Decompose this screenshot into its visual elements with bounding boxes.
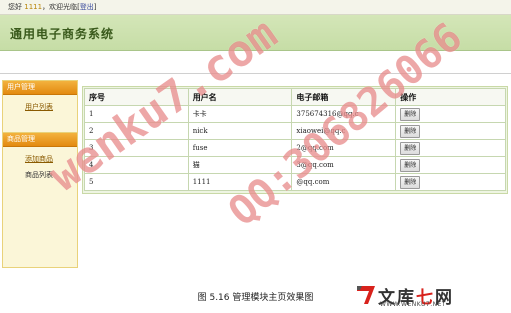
sidebar-item-add-product[interactable]: 添加商品 <box>3 151 77 167</box>
cell-id: 5 <box>84 173 189 191</box>
cell-username: 猫 <box>187 156 293 174</box>
sub-bar <box>0 51 511 74</box>
table-header-row: 序号 用户名 电子邮箱 操作 <box>84 88 506 106</box>
column-header-email: 电子邮箱 <box>291 88 397 106</box>
product-management-panel: 商品管理 添加商品 商品列表 <box>2 132 78 268</box>
figure-caption: 图 5.16 管理模块主页效果图 <box>197 293 314 303</box>
logout-link[interactable]: 登出 <box>80 3 94 11</box>
cell-email: xiaowei@qq.c <box>291 122 397 140</box>
cell-username: 1111 <box>187 173 293 191</box>
site-title: 通用电子商务系统 <box>10 27 115 41</box>
cell-email: @qq.com <box>291 173 397 191</box>
cell-action: 删除 <box>395 156 506 174</box>
user-management-panel: 用户管理 用户列表 <box>2 80 78 134</box>
delete-button[interactable]: 删除 <box>400 175 421 189</box>
table-row: 3 fuse 2@qq.com 删除 <box>84 139 506 157</box>
user-table: 序号 用户名 电子邮箱 操作 1 卡卡 375674316@qq.c 删除 2 … <box>84 88 506 191</box>
panel-title-product-management: 商品管理 <box>3 133 77 147</box>
table-row: 1 卡卡 375674316@qq.c 删除 <box>84 105 506 123</box>
column-header-username: 用户名 <box>187 88 293 106</box>
cell-id: 3 <box>84 139 189 157</box>
cell-id: 4 <box>84 156 189 174</box>
cell-email: 375674316@qq.c <box>291 105 397 123</box>
cell-action: 删除 <box>395 173 506 191</box>
delete-button[interactable]: 删除 <box>400 124 421 138</box>
welcome-label: ，欢迎光临 <box>42 3 78 11</box>
table-row: 4 猫 3@qq.com 删除 <box>84 156 506 174</box>
cell-action: 删除 <box>395 105 506 123</box>
cell-action: 删除 <box>395 122 506 140</box>
greeting: 您好 <box>8 3 22 11</box>
column-header-id: 序号 <box>84 88 189 106</box>
cell-username: fuse <box>187 139 293 157</box>
username: 1111 <box>24 3 43 11</box>
bracket-close: ] <box>93 3 97 11</box>
cell-email: 2@qq.com <box>291 139 397 157</box>
cell-action: 删除 <box>395 139 506 157</box>
table-row: 5 1111 @qq.com 删除 <box>84 173 506 191</box>
table-row: 2 nick xiaowei@qq.c 删除 <box>84 122 506 140</box>
delete-button[interactable]: 删除 <box>400 158 421 172</box>
sidebar-item-product-list[interactable]: 商品列表 <box>3 167 77 183</box>
delete-button[interactable]: 删除 <box>400 141 421 155</box>
panel-title-user-management: 用户管理 <box>3 81 77 95</box>
user-table-container: 序号 用户名 电子邮箱 操作 1 卡卡 375674316@qq.c 删除 2 … <box>82 86 508 194</box>
delete-button[interactable]: 删除 <box>400 107 421 121</box>
column-header-action: 操作 <box>395 88 506 106</box>
cell-id: 1 <box>84 105 189 123</box>
cell-username: 卡卡 <box>187 105 293 123</box>
cell-email: 3@qq.com <box>291 156 397 174</box>
welcome-text: 您好 1111，欢迎光临[登出] <box>8 2 97 12</box>
sidebar: 用户管理 用户列表 商品管理 添加商品 商品列表 <box>2 80 78 268</box>
cell-username: nick <box>187 122 293 140</box>
sidebar-item-user-list[interactable]: 用户列表 <box>3 99 77 115</box>
site-header: 通用电子商务系统 <box>0 15 511 51</box>
cell-id: 2 <box>84 122 189 140</box>
top-bar: 您好 1111，欢迎光临[登出] <box>0 0 511 15</box>
